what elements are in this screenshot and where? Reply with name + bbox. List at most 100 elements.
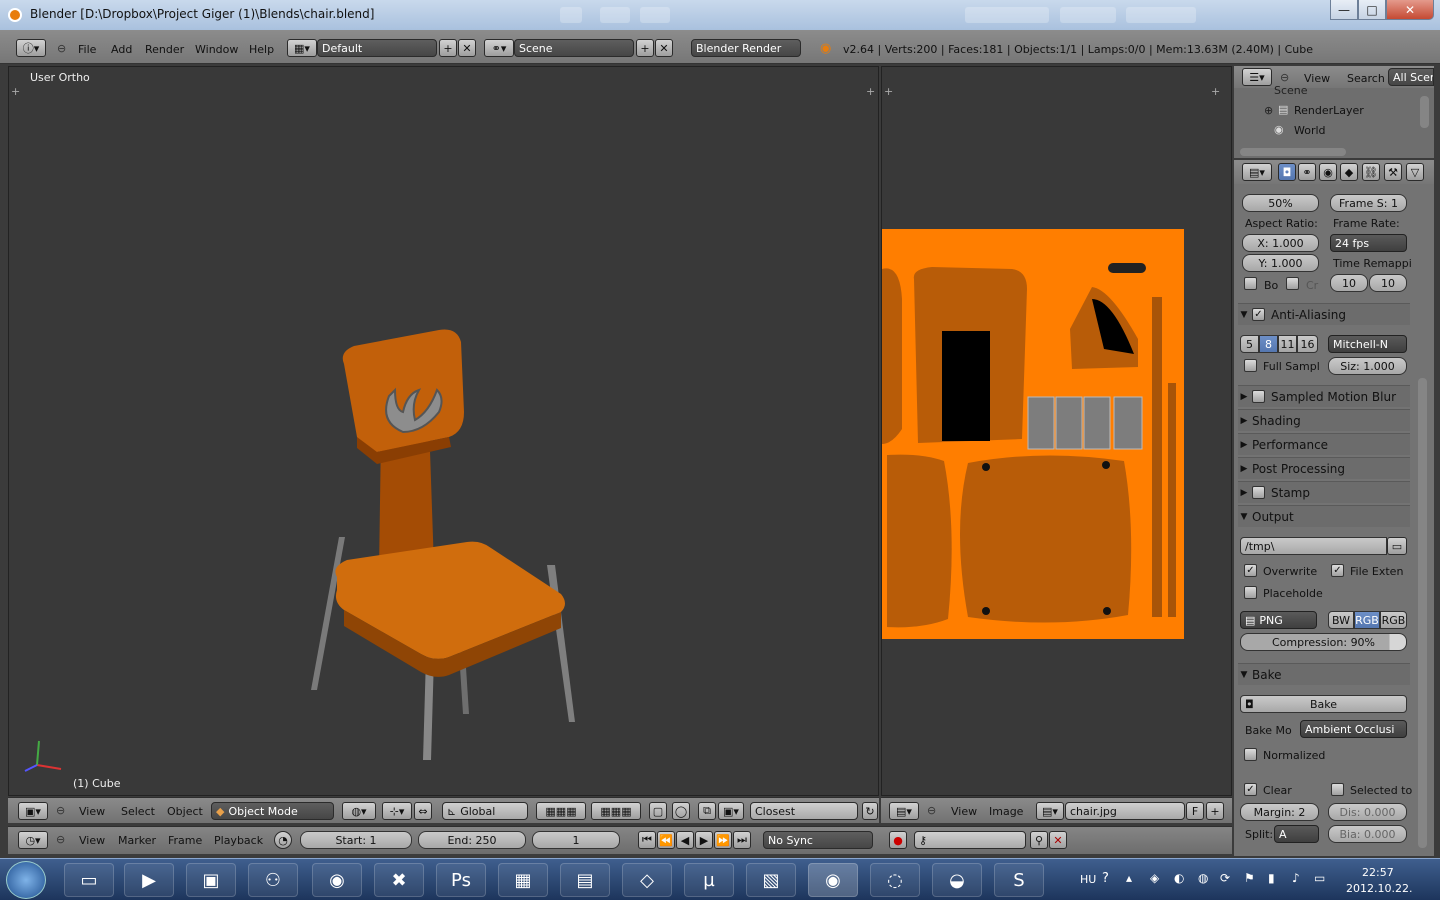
screen-layout-field[interactable]: Default bbox=[317, 39, 437, 57]
jump-keyframe-back-icon[interactable]: ⏪ bbox=[657, 831, 675, 849]
color-mode-bw[interactable]: BW bbox=[1328, 611, 1354, 629]
color-mode-rgb[interactable]: RGB bbox=[1354, 611, 1380, 629]
split-select[interactable]: A bbox=[1274, 825, 1319, 843]
crop-checkbox[interactable] bbox=[1286, 277, 1299, 290]
editor-type-timeline-icon[interactable]: ◷▾ bbox=[18, 831, 48, 849]
chrome-icon[interactable]: ◉ bbox=[312, 863, 362, 897]
editor-type-info-icon[interactable]: ⓘ▾ bbox=[16, 39, 46, 57]
clock-date[interactable]: 2012.10.22. bbox=[1346, 882, 1412, 895]
corner-widget-icon[interactable]: + bbox=[1211, 85, 1220, 98]
aa-filter-select[interactable]: Mitchell-N bbox=[1328, 335, 1407, 353]
remap-old-field[interactable]: 10 bbox=[1330, 274, 1368, 292]
add-screen-icon[interactable]: + bbox=[439, 39, 457, 57]
play-reverse-icon[interactable]: ◀ bbox=[676, 831, 694, 849]
aa-samples-11[interactable]: 11 bbox=[1278, 335, 1297, 353]
viewport-shading-icon[interactable]: ◍▾ bbox=[342, 802, 376, 820]
menu-add[interactable]: Add bbox=[111, 43, 132, 56]
snap-toggle-icon[interactable]: ⧉ bbox=[698, 802, 716, 820]
media-player-icon[interactable]: ▶ bbox=[124, 863, 174, 897]
sync-mode-select[interactable]: No Sync bbox=[763, 831, 873, 849]
placeholders-checkbox[interactable] bbox=[1244, 586, 1257, 599]
screen-layout-icon[interactable]: ▦▾ bbox=[287, 39, 317, 57]
render-preview-icon[interactable]: ▢ bbox=[649, 802, 667, 820]
sync-tray-icon[interactable]: ⟳ bbox=[1220, 871, 1230, 885]
menu-render[interactable]: Render bbox=[145, 43, 184, 56]
chat-icon[interactable]: ✖ bbox=[374, 863, 424, 897]
panel-performance[interactable]: ▶ Performance bbox=[1238, 433, 1410, 455]
properties-scrollbar[interactable] bbox=[1418, 378, 1427, 848]
collapse-menu-icon[interactable]: ⊖ bbox=[1280, 71, 1289, 84]
bake-button[interactable]: ◘ Bake bbox=[1240, 695, 1407, 713]
properties-editor[interactable]: ▤▾ ◘ ⚭ ◉ ◆ ⛓ ⚒ ▽ 50% Frame S: 1 Aspect R… bbox=[1234, 160, 1434, 856]
record-icon[interactable]: ● bbox=[889, 831, 907, 849]
nvidia-tray-icon[interactable]: ◐ bbox=[1174, 871, 1184, 885]
color-mode-rgba[interactable]: RGB bbox=[1380, 611, 1407, 629]
aspect-y-field[interactable]: Y: 1.000 bbox=[1242, 254, 1319, 272]
aa-samples-16[interactable]: 16 bbox=[1297, 335, 1318, 353]
menu-view[interactable]: View bbox=[79, 805, 105, 818]
fps-select[interactable]: 24 fps bbox=[1330, 234, 1407, 252]
texture-image[interactable] bbox=[882, 229, 1184, 639]
layers-grid[interactable]: ▦▦▦ bbox=[536, 802, 586, 820]
outliner[interactable]: ☰▾ ⊖ View Search All Scen Scene ⊕ ▤ Rend… bbox=[1234, 66, 1434, 158]
fake-user-button[interactable]: F bbox=[1186, 802, 1204, 820]
mode-select[interactable]: ◆ Object Mode bbox=[211, 802, 334, 820]
window-titlebar[interactable]: Blender [D:\Dropbox\Project Giger (1)\Bl… bbox=[0, 0, 1440, 30]
clock-time[interactable]: 22:57 bbox=[1362, 866, 1394, 879]
unity-icon[interactable]: ◇ bbox=[622, 863, 672, 897]
render-tab-icon[interactable]: ◘ bbox=[1278, 163, 1296, 181]
volume-tray-icon[interactable]: ♪ bbox=[1292, 871, 1300, 885]
menu-file[interactable]: File bbox=[78, 43, 96, 56]
display-tray-icon[interactable]: ▭ bbox=[1314, 871, 1325, 885]
scene-field[interactable]: Scene bbox=[514, 39, 634, 57]
snap-element-icon[interactable]: ▣▾ bbox=[718, 802, 744, 820]
minimize-button[interactable]: — bbox=[1330, 0, 1358, 20]
panel-shading[interactable]: ▶ Shading bbox=[1238, 409, 1410, 431]
display-filter-select[interactable]: All Scen bbox=[1388, 68, 1434, 86]
menu-frame[interactable]: Frame bbox=[168, 834, 202, 847]
snap-rotate-icon[interactable]: ↻ bbox=[862, 802, 878, 820]
editor-type-outliner-icon[interactable]: ☰▾ bbox=[1242, 68, 1272, 86]
pivot-point-icon[interactable]: ⊹▾ bbox=[382, 802, 412, 820]
panel-motion-blur[interactable]: ▶ Sampled Motion Blur bbox=[1238, 385, 1410, 407]
anti-aliasing-checkbox[interactable]: ✓ bbox=[1252, 308, 1265, 321]
aa-samples-5[interactable]: 5 bbox=[1240, 335, 1259, 353]
expand-icon[interactable]: ⊕ bbox=[1264, 104, 1273, 117]
app-tray-icon[interactable]: ◍ bbox=[1198, 871, 1208, 885]
motion-blur-checkbox[interactable] bbox=[1252, 390, 1265, 403]
world-tab-icon[interactable]: ◉ bbox=[1319, 163, 1337, 181]
transform-orientation-select[interactable]: ⊾ Global bbox=[442, 802, 528, 820]
corner-widget-icon[interactable]: + bbox=[11, 85, 20, 98]
jump-keyframe-forward-icon[interactable]: ⏩ bbox=[714, 831, 732, 849]
aspect-x-field[interactable]: X: 1.000 bbox=[1242, 234, 1319, 252]
editor-type-image-icon[interactable]: ▤▾ bbox=[889, 802, 919, 820]
new-image-icon[interactable]: + bbox=[1206, 802, 1224, 820]
proportional-edit-icon[interactable]: ◯ bbox=[672, 802, 690, 820]
skype-icon[interactable]: S bbox=[994, 863, 1044, 897]
menu-object[interactable]: Object bbox=[167, 805, 203, 818]
modifiers-tab-icon[interactable]: ⚒ bbox=[1384, 163, 1402, 181]
output-path-field[interactable]: /tmp\ bbox=[1240, 537, 1387, 555]
menu-image[interactable]: Image bbox=[989, 805, 1023, 818]
menu-window[interactable]: Window bbox=[195, 43, 238, 56]
outliner-item-renderlayer[interactable]: RenderLayer bbox=[1294, 104, 1364, 117]
delete-keyframe-icon[interactable]: ✕ bbox=[1049, 831, 1067, 849]
collapse-menu-icon[interactable]: ⊖ bbox=[57, 42, 66, 55]
normalized-checkbox[interactable] bbox=[1244, 748, 1257, 761]
photoshop-icon[interactable]: Ps bbox=[436, 863, 486, 897]
resolution-percentage-field[interactable]: 50% bbox=[1242, 194, 1319, 212]
scene-tab-icon[interactable]: ⚭ bbox=[1298, 163, 1316, 181]
outliner-item-world[interactable]: World bbox=[1294, 124, 1326, 137]
calculator-icon[interactable]: ▦ bbox=[498, 863, 548, 897]
chair-model[interactable] bbox=[299, 272, 589, 772]
editor-type-3d-icon[interactable]: ▣▾ bbox=[18, 802, 48, 820]
maximize-button[interactable]: □ bbox=[1358, 0, 1386, 20]
folder-browse-icon[interactable]: ▭ bbox=[1387, 537, 1407, 555]
flag-tray-icon[interactable]: ⚑ bbox=[1244, 871, 1255, 885]
uv-image-editor[interactable]: + + bbox=[881, 66, 1232, 796]
panel-post-processing[interactable]: ▶ Post Processing bbox=[1238, 457, 1410, 479]
compression-slider[interactable]: Compression: 90% bbox=[1240, 633, 1407, 651]
start-frame-field[interactable]: Start: 1 bbox=[300, 831, 412, 849]
network-tray-icon[interactable]: ▮ bbox=[1268, 871, 1275, 885]
car-app-icon[interactable]: ◒ bbox=[932, 863, 982, 897]
